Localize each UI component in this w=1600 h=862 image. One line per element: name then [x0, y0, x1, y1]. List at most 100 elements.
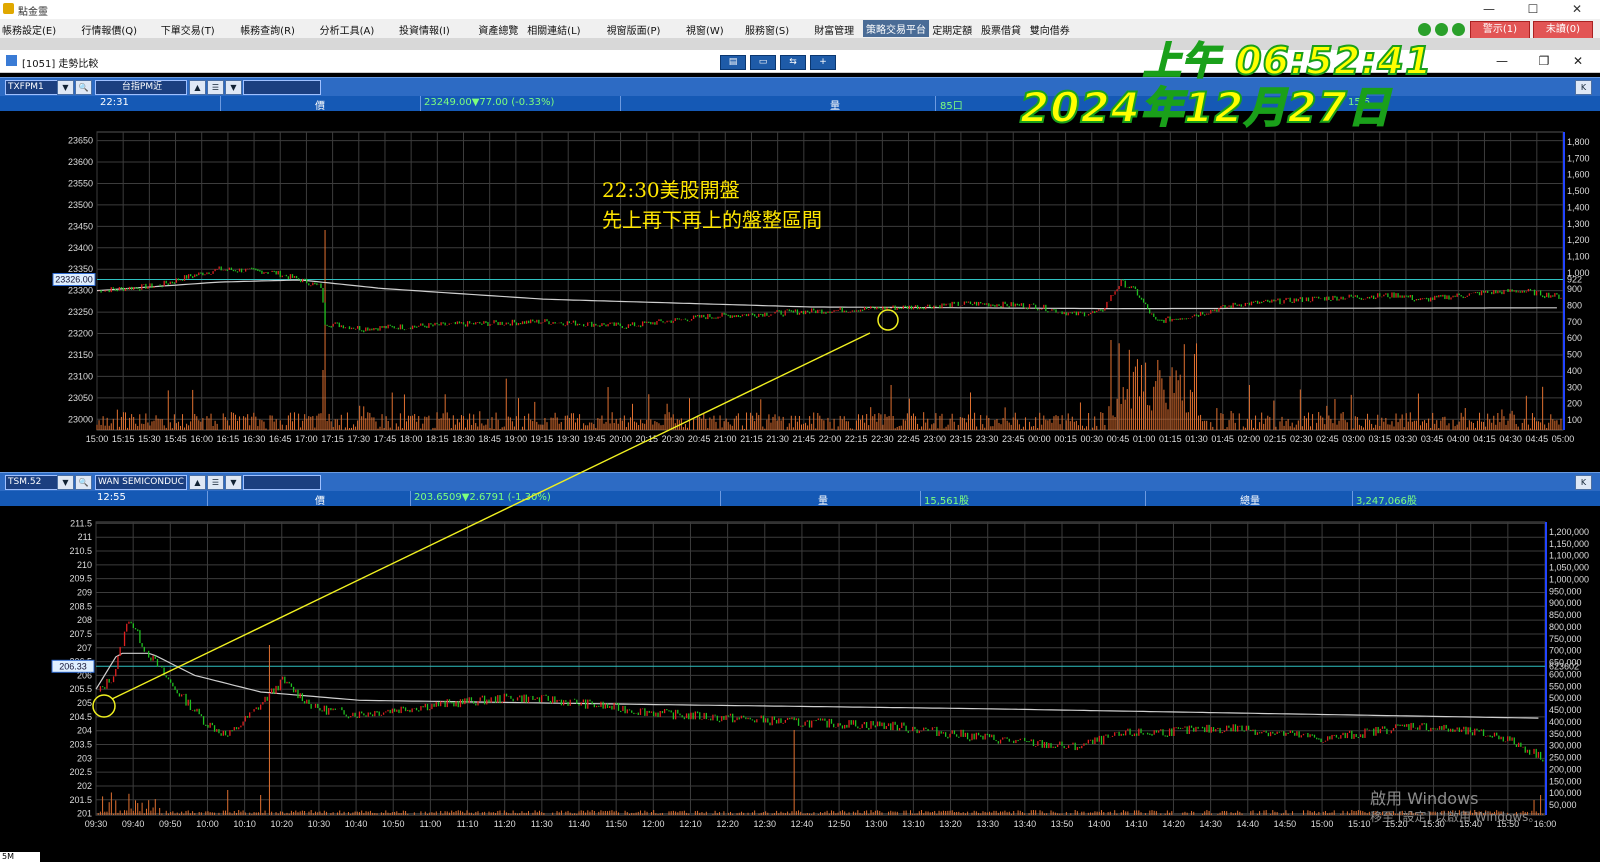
x-tick-label: 21:30: [766, 434, 789, 444]
menu-item[interactable]: 下單交易(T): [161, 22, 215, 37]
menu-item[interactable]: 股票借貸: [981, 22, 1021, 37]
menu-item[interactable]: 分析工具(A): [320, 22, 375, 37]
y-tick-label: 203.5: [69, 740, 92, 750]
menu-item[interactable]: 定期定額: [932, 22, 972, 37]
x-tick-label: 18:00: [400, 434, 423, 444]
x-tick-label: 03:45: [1421, 434, 1444, 444]
volume-tick-label: 900,000: [1549, 598, 1582, 608]
menu-item[interactable]: 投資情報(I): [399, 22, 450, 37]
y-tick-label: 23000: [68, 414, 93, 424]
bottom-k-button[interactable]: K: [1575, 475, 1592, 490]
menu-item[interactable]: 雙向借券: [1030, 22, 1070, 37]
bottom-price-chart[interactable]: 211.5 211 210.5 210 209.5 209 208.5 208 207.5 207…: [0, 507, 1600, 852]
x-tick-label: 01:15: [1159, 434, 1182, 444]
volume-tick-label: 100: [1567, 415, 1582, 425]
alert-button[interactable]: 警示(1): [1470, 21, 1530, 39]
minimize-icon[interactable]: —: [1467, 0, 1511, 19]
menu-item[interactable]: 服務窗(S): [745, 22, 789, 37]
volume-tick-label: 900: [1567, 284, 1582, 294]
bottom-symbol-select[interactable]: TSM.52: [5, 475, 59, 490]
menu-item[interactable]: 視窗版面(P): [607, 22, 661, 37]
x-tick-label: 14:10: [1125, 819, 1148, 829]
menu-item[interactable]: 行情報價(Q): [81, 22, 137, 37]
top-k-button[interactable]: K: [1575, 80, 1592, 95]
volume-tick-label: 1,600: [1567, 170, 1590, 180]
bottom-info-total-label: 總量: [1240, 496, 1260, 507]
x-tick-label: 22:45: [897, 434, 920, 444]
x-tick-label: 02:15: [1264, 434, 1287, 444]
menu-item[interactable]: 相關連結(L): [527, 22, 580, 37]
volume-tick-label: 800,000: [1549, 622, 1582, 632]
menu-item[interactable]: 帳務設定(E): [2, 22, 56, 37]
top-extra-field[interactable]: [243, 80, 321, 95]
x-tick-label: 00:30: [1081, 434, 1104, 444]
windows-activation-watermark: 啟用 Windows 移至 [設定] 以啟用 Windows。: [1370, 790, 1540, 826]
maximize-icon[interactable]: ☐: [1511, 0, 1555, 19]
x-tick-label: 20:45: [688, 434, 711, 444]
dropdown-icon[interactable]: ▼: [57, 80, 74, 95]
x-tick-label: 17:15: [321, 434, 344, 444]
layout-button-2[interactable]: ▭: [750, 55, 776, 70]
layout-button-1[interactable]: ▤: [720, 55, 746, 70]
x-tick-label: 18:15: [426, 434, 449, 444]
menu-item[interactable]: 策略交易平台: [863, 20, 929, 37]
x-tick-label: 05:00: [1552, 434, 1575, 444]
app-title-bar: 點金靈 — ☐ ✕: [0, 0, 1600, 20]
x-tick-label: 10:10: [233, 819, 256, 829]
y-tick-label: 23250: [68, 307, 93, 317]
volume-tick-label: 450,000: [1549, 705, 1582, 715]
x-tick-label: 11:50: [605, 819, 627, 829]
top-symbol-select[interactable]: TXFPM1: [5, 80, 59, 95]
search-icon[interactable]: 🔍: [75, 475, 92, 490]
volume-tick-label: 1,300: [1567, 219, 1590, 229]
menu-item[interactable]: 財富管理: [814, 22, 854, 37]
scroll-up-icon[interactable]: ▲: [189, 475, 206, 490]
bottom-info-total: 3,247,066股: [1356, 496, 1417, 507]
x-tick-label: 17:30: [348, 434, 371, 444]
dropdown-icon[interactable]: ▼: [225, 80, 242, 95]
bottom-info-price-label: 價: [315, 496, 325, 507]
x-tick-label: 14:00: [1088, 819, 1111, 829]
top-price-chart[interactable]: 23650 23600 23550 23500 23450 23400 23350 23300…: [0, 112, 1600, 464]
list-icon[interactable]: ☰: [207, 80, 224, 95]
menu-item[interactable]: 帳務查詢(R): [240, 22, 295, 37]
bottom-info-vol-label: 量: [818, 496, 828, 507]
menu-item[interactable]: 資產總覽: [478, 22, 518, 37]
window-minimize-icon[interactable]: —: [1480, 52, 1524, 71]
x-tick-label: 15:15: [112, 434, 135, 444]
x-tick-label: 09:40: [122, 819, 145, 829]
volume-tick-label: 1,050,000: [1549, 563, 1589, 573]
unread-button[interactable]: 未讀(0): [1533, 21, 1593, 39]
y-tick-label: 209: [77, 587, 92, 597]
scroll-up-icon[interactable]: ▲: [189, 80, 206, 95]
x-tick-label: 15:00: [1311, 819, 1334, 829]
x-tick-label: 11:30: [531, 819, 553, 829]
close-icon[interactable]: ✕: [1555, 0, 1599, 19]
layout-button-3[interactable]: ⇆: [780, 55, 806, 70]
reference-label: 206.33: [59, 661, 87, 671]
y-tick-label: 205: [77, 698, 92, 708]
dropdown-icon[interactable]: ▼: [57, 475, 74, 490]
volume-tick-label: 400,000: [1549, 717, 1582, 727]
window-close-icon[interactable]: ✕: [1556, 52, 1600, 71]
x-tick-label: 20:15: [635, 434, 658, 444]
dropdown-icon[interactable]: ▼: [225, 475, 242, 490]
volume-tick-label: 800: [1567, 301, 1582, 311]
x-tick-label: 10:00: [196, 819, 219, 829]
search-icon[interactable]: 🔍: [75, 80, 92, 95]
volume-tick-label: 350,000: [1549, 729, 1582, 739]
x-tick-label: 09:50: [159, 819, 182, 829]
volume-tick-label: 550,000: [1549, 681, 1582, 691]
x-tick-label: 23:00: [923, 434, 946, 444]
add-chart-button[interactable]: +: [810, 55, 836, 70]
x-tick-label: 03:15: [1368, 434, 1391, 444]
interval-label[interactable]: 5M: [0, 852, 40, 862]
menu-item[interactable]: 視窗(W): [686, 22, 724, 37]
x-tick-label: 01:00: [1133, 434, 1156, 444]
volume-tick-label: 1,200: [1567, 235, 1590, 245]
x-tick-label: 15:45: [164, 434, 187, 444]
bottom-extra-field[interactable]: [243, 475, 321, 490]
x-tick-label: 18:30: [452, 434, 475, 444]
bottom-info-bar: 12:55 價 203.6509▼2.6791 (-1.30%) 量 15,56…: [0, 491, 1600, 507]
list-icon[interactable]: ☰: [207, 475, 224, 490]
